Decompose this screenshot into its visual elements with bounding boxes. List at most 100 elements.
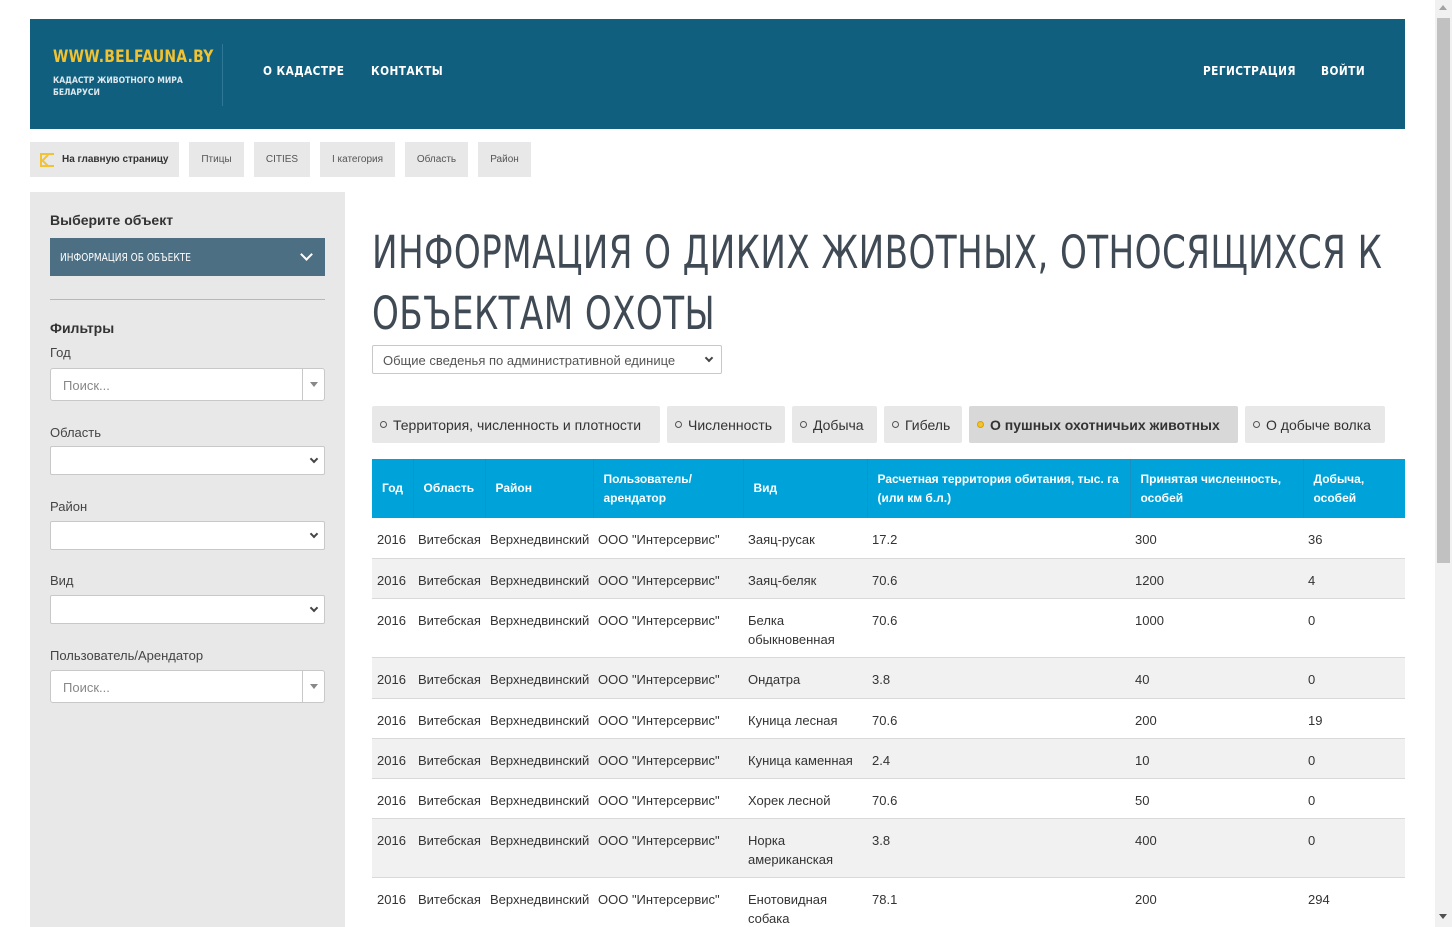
nav-login[interactable]: ВОЙТИ <box>1321 64 1365 78</box>
cell-harvest: 36 <box>1303 518 1405 559</box>
cell-species: Заяц-русак <box>743 518 867 559</box>
page: WWW.BELFAUNA.BY КАДАСТР ЖИВОТНОГО МИРА Б… <box>0 0 1452 927</box>
cell-territory: 17.2 <box>867 518 1130 559</box>
table-row: 2016 Витебская Верхнедвинский ООО "Интер… <box>372 818 1405 878</box>
tab-label: О пушных охотничьих животных <box>990 416 1220 433</box>
chevron-down-icon <box>309 529 319 539</box>
column-header-harvest[interactable]: Добыча, особей <box>1303 459 1405 518</box>
region-label: Область <box>50 425 102 440</box>
filters-title: Фильтры <box>50 320 115 336</box>
tab-fur-animals[interactable]: О пушных охотничьих животных <box>969 406 1238 443</box>
object-select-value: ИНФОРМАЦИЯ ОБ ОБЪЕКТЕ <box>60 251 191 264</box>
sidebar: Выберите объект ИНФОРМАЦИЯ ОБ ОБЪЕКТЕ Фи… <box>30 192 345 927</box>
cell-district: Верхнедвинский <box>485 657 593 699</box>
sidebar-divider <box>50 299 325 300</box>
cell-territory: 70.6 <box>867 598 1130 658</box>
object-select[interactable]: ИНФОРМАЦИЯ ОБ ОБЪЕКТЕ <box>50 238 325 276</box>
column-header-territory[interactable]: Расчетная территория обитания, тыс. га (… <box>867 459 1131 518</box>
cell-district: Верхнедвинский <box>485 518 593 559</box>
scroll-down-arrow-icon[interactable] <box>1439 914 1447 919</box>
cell-population: 300 <box>1130 518 1303 559</box>
cell-district: Верхнедвинский <box>485 598 593 658</box>
cell-year: 2016 <box>372 698 413 739</box>
chevron-down-icon <box>704 353 714 363</box>
cell-region: Витебская <box>413 818 485 878</box>
page-title: Информация о диких животных, относящихся… <box>372 226 1383 340</box>
cell-region: Витебская <box>413 877 485 927</box>
cell-harvest: 19 <box>1303 698 1405 739</box>
breadcrumb-home-label: На главную страницу <box>62 154 169 165</box>
tab-territory[interactable]: Территория, численность и плотности <box>372 406 660 443</box>
year-search-placeholder: Поиск... <box>63 378 110 393</box>
chevron-down-icon <box>300 248 313 261</box>
year-label: Год <box>50 345 71 360</box>
tab-label: Территория, численность и плотности <box>393 416 642 433</box>
cell-year: 2016 <box>372 877 413 927</box>
cell-user: ООО "Интерсервис" <box>593 518 743 559</box>
chevron-down-icon <box>309 454 319 464</box>
tab-population[interactable]: Численность <box>667 406 785 443</box>
column-header-year[interactable]: Год <box>372 459 414 518</box>
cell-user: ООО "Интерсервис" <box>593 698 743 739</box>
cell-population: 200 <box>1130 877 1303 927</box>
cell-harvest: 0 <box>1303 738 1405 779</box>
breadcrumb-item-district[interactable]: Район <box>478 142 531 177</box>
table-row: 2016 Витебская Верхнедвинский ООО "Интер… <box>372 778 1405 819</box>
cell-species: Хорек лесной <box>743 778 867 819</box>
breadcrumb-item-cities[interactable]: CITIES <box>254 142 310 177</box>
tab-label: Численность <box>688 416 773 433</box>
nav-register[interactable]: РЕГИСТРАЦИЯ <box>1203 64 1296 78</box>
year-search-combo[interactable]: Поиск... <box>50 368 325 401</box>
breadcrumb-item-birds[interactable]: Птицы <box>189 142 244 177</box>
scroll-up-arrow-icon[interactable] <box>1439 5 1447 10</box>
cell-region: Витебская <box>413 518 485 559</box>
cell-year: 2016 <box>372 657 413 699</box>
table-body: 2016 Витебская Верхнедвинский ООО "Интер… <box>372 518 1405 927</box>
cell-region: Витебская <box>413 558 485 599</box>
site-name[interactable]: WWW.BELFAUNA.BY <box>53 47 214 67</box>
column-header-user[interactable]: Пользователь/ арендатор <box>593 459 744 518</box>
column-header-district[interactable]: Район <box>485 459 594 518</box>
admin-unit-select-value: Общие сведенья по административной едини… <box>383 353 676 368</box>
admin-unit-select[interactable]: Общие сведенья по административной едини… <box>372 345 722 374</box>
tab-harvest[interactable]: Добыча <box>792 406 877 443</box>
column-header-region[interactable]: Область <box>413 459 486 518</box>
header-divider <box>222 44 223 106</box>
user-label: Пользователь/Арендатор <box>50 648 204 663</box>
table-row: 2016 Витебская Верхнедвинский ООО "Интер… <box>372 598 1405 658</box>
cell-territory: 78.1 <box>867 877 1130 927</box>
site-logo[interactable]: WWW.BELFAUNA.BY КАДАСТР ЖИВОТНОГО МИРА Б… <box>53 47 249 99</box>
district-select[interactable] <box>50 521 325 550</box>
table-row: 2016 Витебская Верхнедвинский ООО "Интер… <box>372 877 1405 927</box>
cell-species: Куница каменная <box>743 738 867 779</box>
nav-about[interactable]: О КАДАСТРЕ <box>263 64 344 78</box>
table-row: 2016 Витебская Верхнедвинский ООО "Интер… <box>372 558 1405 599</box>
radio-dot-icon <box>892 421 899 428</box>
cell-district: Верхнедвинский <box>485 698 593 739</box>
user-search-combo[interactable]: Поиск... <box>50 670 325 703</box>
cell-user: ООО "Интерсервис" <box>593 818 743 878</box>
cell-user: ООО "Интерсервис" <box>593 877 743 927</box>
tab-mortality[interactable]: Гибель <box>884 406 962 443</box>
column-header-species[interactable]: Вид <box>743 459 868 518</box>
scrollbar-thumb[interactable] <box>1437 18 1450 563</box>
column-header-population[interactable]: Принятая численность, особей <box>1130 459 1304 518</box>
breadcrumb-item-category[interactable]: I категория <box>320 142 395 177</box>
species-select[interactable] <box>50 595 325 624</box>
cell-year: 2016 <box>372 558 413 599</box>
tab-wolf-harvest[interactable]: О добыче волка <box>1245 406 1385 443</box>
district-label: Район <box>50 499 88 514</box>
year-combo-toggle[interactable] <box>302 369 324 400</box>
cell-species: Норка американская <box>743 818 867 878</box>
nav-contacts[interactable]: КОНТАКТЫ <box>371 64 443 78</box>
radio-dot-icon <box>800 421 807 428</box>
data-table-wrapper: Год Область Район Пользователь/ арендато… <box>372 459 1405 927</box>
chevron-down-icon <box>309 603 319 613</box>
region-select[interactable] <box>50 446 325 475</box>
breadcrumb-home[interactable]: На главную страницу <box>30 142 179 177</box>
cell-population: 10 <box>1130 738 1303 779</box>
user-combo-toggle[interactable] <box>302 671 324 702</box>
cell-user: ООО "Интерсервис" <box>593 778 743 819</box>
breadcrumb-item-region[interactable]: Область <box>405 142 468 177</box>
cell-harvest: 0 <box>1303 818 1405 878</box>
